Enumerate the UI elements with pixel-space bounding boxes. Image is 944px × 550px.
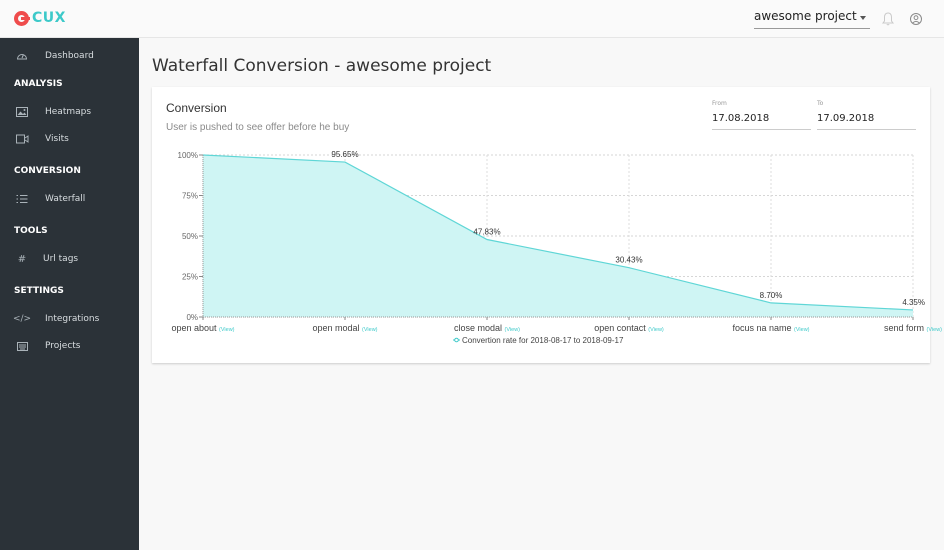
- from-date-label: From: [712, 100, 727, 107]
- from-date-value: 17.08.2018: [712, 113, 770, 124]
- sidebar-section-analysis: ANALYSIS: [14, 79, 63, 89]
- sidebar-section-conversion: CONVERSION: [14, 166, 81, 176]
- top-bar: CUX awesome project: [0, 0, 944, 38]
- to-date-value: 17.09.2018: [817, 113, 875, 124]
- image-icon: [15, 105, 29, 119]
- code-icon: </>: [12, 314, 32, 324]
- bell-icon[interactable]: [880, 11, 896, 27]
- sidebar-section-tools: TOOLS: [14, 226, 48, 236]
- video-icon: [15, 132, 29, 146]
- sidebar-item-waterfall[interactable]: Waterfall: [0, 189, 139, 209]
- sidebar-section-settings: SETTINGS: [14, 286, 64, 296]
- hash-icon: #: [17, 253, 27, 265]
- from-date-field[interactable]: From 17.08.2018: [712, 100, 811, 130]
- sidebar-item-integrations[interactable]: </> Integrations: [0, 309, 139, 329]
- project-select[interactable]: awesome project: [754, 9, 870, 29]
- sidebar-item-label: Visits: [45, 134, 69, 144]
- sidebar-item-projects[interactable]: Projects: [0, 336, 139, 356]
- sidebar-item-heatmaps[interactable]: Heatmaps: [0, 102, 139, 122]
- project-select-value: awesome project: [754, 9, 857, 23]
- sidebar-item-label: Integrations: [45, 314, 100, 324]
- to-date-field[interactable]: To 17.09.2018: [817, 100, 916, 130]
- chevron-down-icon: [860, 16, 866, 20]
- page-title: Waterfall Conversion - awesome project: [152, 56, 492, 76]
- sidebar-item-label: Dashboard: [45, 51, 94, 61]
- logo-mark-icon: [14, 10, 30, 26]
- sidebar-item-visits[interactable]: Visits: [0, 129, 139, 149]
- sidebar-item-label: Projects: [45, 341, 81, 351]
- sidebar: Dashboard ANALYSIS Heatmaps Visits CONVE…: [0, 38, 139, 550]
- account-icon[interactable]: [908, 11, 924, 27]
- conversion-card: Conversion User is pushed to see offer b…: [152, 87, 930, 363]
- sidebar-item-label: Heatmaps: [45, 107, 92, 117]
- sidebar-item-label: Waterfall: [45, 194, 86, 204]
- list-icon: [15, 192, 29, 206]
- dashboard-gauge-icon: [15, 49, 29, 63]
- sidebar-item-url-tags[interactable]: # Url tags: [0, 249, 139, 269]
- keyboard-icon: [15, 339, 29, 353]
- sidebar-item-label: Url tags: [43, 254, 79, 264]
- logo-text: CUX: [32, 10, 66, 26]
- sidebar-item-dashboard[interactable]: Dashboard: [0, 46, 139, 66]
- card-title: Conversion: [166, 101, 227, 115]
- logo[interactable]: CUX: [14, 10, 66, 26]
- card-subtitle: User is pushed to see offer before he bu…: [166, 122, 350, 133]
- to-date-label: To: [817, 100, 824, 107]
